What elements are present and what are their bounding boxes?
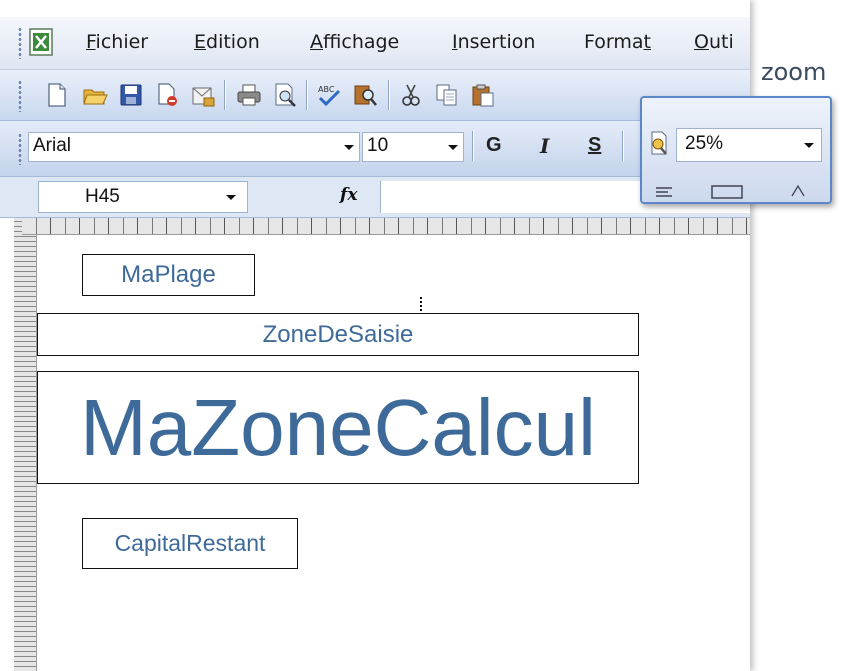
toolbar-separator [388, 80, 389, 110]
menu-format[interactable]: Format [584, 31, 651, 53]
print-preview-icon[interactable] [272, 82, 298, 108]
named-range-zonedesaisie[interactable]: ZoneDeSaisie [37, 313, 639, 356]
menu-fichier[interactable]: Fichier [86, 31, 148, 53]
save-icon[interactable] [118, 82, 144, 108]
svg-text:ABC: ABC [318, 85, 335, 94]
menu-outils-label: uti [708, 31, 734, 53]
open-folder-icon[interactable] [82, 82, 108, 108]
cell-cursor-mark [420, 297, 424, 311]
named-range-maplage[interactable]: MaPlage [82, 254, 255, 296]
excel-app-icon[interactable] [26, 27, 58, 57]
menu-grip[interactable] [18, 27, 22, 59]
menu-insertion-label: nsertion [457, 31, 536, 53]
name-box[interactable]: H45 [38, 181, 248, 213]
menu-format-label: Forma [584, 31, 644, 53]
menu-affichage-mnemonic: A [310, 31, 323, 53]
chevron-down-icon[interactable] [443, 133, 463, 161]
standard-toolbar-grip[interactable] [18, 80, 22, 112]
new-document-icon[interactable] [44, 82, 70, 108]
chevron-down-icon[interactable] [799, 131, 819, 159]
range-label: MaZoneCalcul [80, 382, 596, 472]
formatting-toolbar: Arial 10 G I S [0, 121, 750, 177]
zoom-popup: 25% [640, 96, 832, 204]
print-icon[interactable] [236, 82, 262, 108]
name-box-value: H45 [85, 186, 120, 207]
font-size-select[interactable]: 10 [362, 132, 464, 162]
spelling-icon[interactable]: ABC [316, 82, 342, 108]
horizontal-ruler [22, 218, 750, 235]
standard-toolbar: ABC [0, 70, 750, 121]
menu-bar: Fichier Edition Affichage Insertion Form… [0, 17, 750, 70]
menu-fichier-mnemonic: F [86, 31, 96, 53]
copy-icon[interactable] [434, 82, 460, 108]
zoom-icon[interactable] [646, 128, 672, 158]
font-size-value: 10 [367, 135, 389, 156]
named-range-mazonecalcul[interactable]: MaZoneCalcul [37, 371, 639, 484]
menu-outils[interactable]: Outi [694, 31, 734, 53]
toolbar-separator [472, 131, 473, 161]
formula-bar: H45 fx [0, 177, 750, 218]
permission-icon[interactable] [154, 82, 180, 108]
chevron-down-icon[interactable] [339, 133, 359, 161]
research-icon[interactable] [352, 82, 378, 108]
insert-function-icon[interactable]: fx [340, 185, 357, 205]
font-name-select[interactable]: Arial [28, 132, 360, 162]
chevron-down-icon[interactable] [221, 183, 241, 211]
menu-affichage-label: ffichage [323, 31, 400, 53]
paste-icon[interactable] [470, 82, 496, 108]
toolbar-separator [224, 80, 225, 110]
menu-format-mnemonic: t [643, 31, 651, 53]
worksheet-area[interactable]: MaPlage ZoneDeSaisie MaZoneCalcul Capita… [37, 235, 750, 671]
menu-edition[interactable]: Edition [194, 31, 260, 53]
email-icon[interactable] [190, 82, 216, 108]
vertical-ruler [14, 218, 37, 671]
menu-fichier-label: ichier [95, 31, 149, 53]
cut-icon[interactable] [398, 82, 424, 108]
zoom-value: 25% [685, 133, 724, 154]
toolbar-overflow-icons [652, 180, 822, 200]
zoom-select[interactable]: 25% [676, 128, 822, 162]
toolbar-separator [306, 80, 307, 110]
range-label: MaPlage [121, 261, 216, 288]
named-range-capitalrestant[interactable]: CapitalRestant [82, 518, 298, 569]
bold-button[interactable]: G [486, 134, 502, 157]
italic-button[interactable]: I [540, 134, 549, 158]
menu-edition-mnemonic: E [194, 31, 207, 53]
zoom-callout-label: zoom [761, 58, 827, 86]
underline-button[interactable]: S [588, 134, 601, 157]
menu-insertion[interactable]: Insertion [452, 31, 535, 53]
font-name-value: Arial [33, 135, 72, 156]
menu-outils-mnemonic: O [694, 31, 709, 53]
menu-edition-label: dition [206, 31, 260, 53]
toolbar-separator [622, 131, 623, 161]
menu-affichage[interactable]: Affichage [310, 31, 399, 53]
excel-window: Fichier Edition Affichage Insertion Form… [0, 0, 750, 671]
range-label: ZoneDeSaisie [262, 320, 414, 348]
range-label: CapitalRestant [114, 530, 266, 556]
formatting-toolbar-grip[interactable] [18, 133, 22, 165]
